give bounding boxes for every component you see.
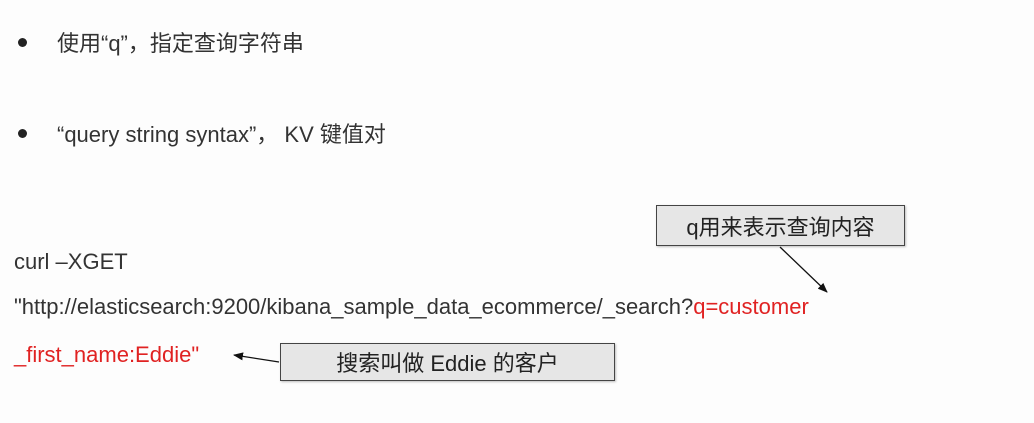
code-url: "http://elasticsearch:9200/kibana_sample… [14,294,694,319]
bullet-text: 使用“q”，指定查询字符串 [57,31,304,56]
bullet-item-q-param: 使用“q”，指定查询字符串 [18,26,304,58]
bullet-dot-icon [18,128,27,138]
slide: 使用“q”，指定查询字符串 “query string syntax”， KV … [0,0,1034,423]
code-line-url: "http://elasticsearch:9200/kibana_sample… [14,294,809,320]
callout-q-meaning: q用来表示查询内容 [656,205,905,246]
bullet-item-query-string-syntax: “query string syntax”， KV 键值对 [18,117,386,149]
callout-search-meaning: 搜索叫做 Eddie 的客户 [280,343,615,381]
bullet-text: “query string syntax”， KV 键值对 [57,122,386,147]
code-line-query-continued: _first_name:Eddie" [14,342,199,368]
code-line-curl: curl –XGET [14,249,128,275]
code-query-highlight: q=customer [693,294,809,319]
bullet-dot-icon [18,37,27,47]
code-query-highlight-continued: _first_name:Eddie" [14,342,200,367]
arrow-to-q-icon [779,246,828,293]
callout-q-text: q用来表示查询内容 [686,214,875,240]
callout-search-text: 搜索叫做 Eddie 的客户 [336,351,559,376]
code-command: curl –XGET [14,249,128,274]
arrow-to-eddie-icon [233,352,280,363]
